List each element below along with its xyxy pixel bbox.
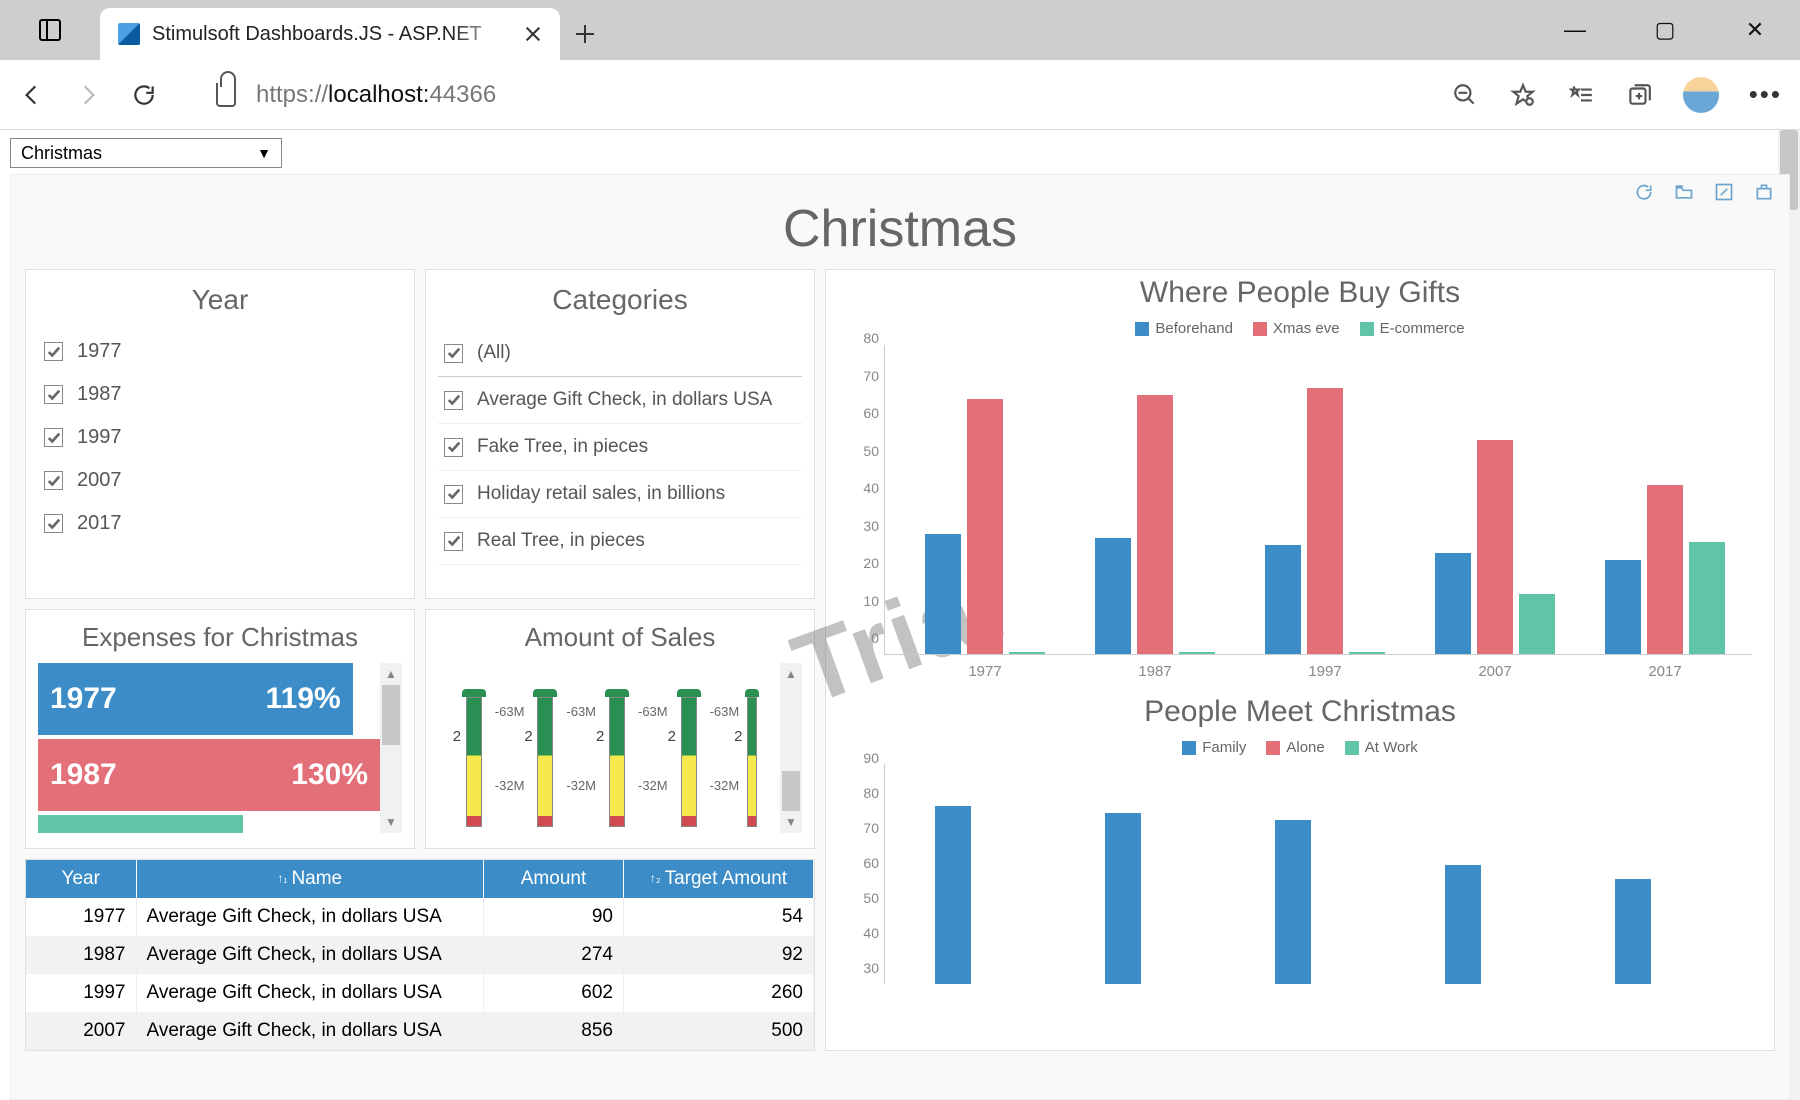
reload-button[interactable] — [130, 81, 158, 109]
table-row: 1997Average Gift Check, in dollars USA60… — [26, 974, 814, 1012]
categories-filter-panel: Categories (All) Average Gift Check, in … — [425, 269, 815, 599]
dashboard-title: Christmas — [25, 199, 1775, 259]
expense-bar — [38, 815, 243, 833]
browser-toolbar: https://localhost:44366 ••• — [0, 60, 1800, 130]
favicon-icon — [118, 23, 140, 45]
profile-avatar[interactable] — [1683, 77, 1719, 113]
dashboard-select-value: Christmas — [21, 143, 102, 164]
table-row: 1987Average Gift Check, in dollars USA27… — [26, 936, 814, 974]
address-bar[interactable]: https://localhost:44366 — [186, 81, 1423, 109]
year-checkbox[interactable]: 1977 — [38, 330, 402, 373]
charts-panel: Where People Buy Gifts Beforehand Xmas e… — [825, 269, 1775, 1051]
expenses-scrollbar[interactable]: ▲▼ — [380, 663, 402, 833]
year-filter-panel: Year 1977 1987 1997 2007 2017 — [25, 269, 415, 599]
sales-scrollbar[interactable]: ▲▼ — [780, 663, 802, 833]
sales-title: Amount of Sales — [438, 622, 802, 653]
category-checkbox[interactable]: Fake Tree, in pieces — [438, 424, 802, 471]
expense-bar: 1987130% — [38, 739, 380, 811]
minimize-button[interactable]: — — [1530, 0, 1620, 60]
collections-icon[interactable] — [1625, 81, 1653, 109]
forward-button[interactable] — [74, 81, 102, 109]
back-button[interactable] — [18, 81, 46, 109]
sales-panel: Amount of Sales 2-63M-32M 2-63M-32M 2-63M-… — [425, 609, 815, 849]
sales-gauge: 2-63M-32M — [600, 689, 634, 827]
window-controls: — ▢ ✕ — [1530, 0, 1800, 60]
col-target[interactable]: ↑₂Target Amount — [624, 860, 814, 898]
col-name[interactable]: ↑₁Name — [136, 860, 484, 898]
table-row: 2007Average Gift Check, in dollars USA85… — [26, 1012, 814, 1050]
expenses-panel: Expenses for Christmas 1977119% 1987130%… — [25, 609, 415, 849]
data-table: Year ↑₁Name Amount ↑₂Target Amount 1977A… — [26, 860, 814, 1050]
fullscreen-icon[interactable] — [1753, 181, 1775, 203]
browser-tab[interactable]: Stimulsoft Dashboards.JS - ASP.NET — [100, 8, 560, 60]
close-tab-button[interactable] — [524, 25, 542, 43]
edit-icon[interactable] — [1713, 181, 1735, 203]
dashboard-toolbar — [1633, 181, 1775, 203]
sales-gauge: 2-63M-32M — [457, 689, 491, 827]
chart1-legend: Beforehand Xmas eve E-commerce — [838, 320, 1762, 337]
refresh-icon[interactable] — [1633, 181, 1655, 203]
browser-titlebar: Stimulsoft Dashboards.JS - ASP.NET — ▢ ✕ — [0, 0, 1800, 60]
table-row: 1977Average Gift Check, in dollars USA90… — [26, 898, 814, 936]
chart2-plot: 30405060708090 — [884, 764, 1752, 984]
chart1-plot: 0102030405060708019771987199720072017 — [884, 345, 1752, 655]
category-checkbox[interactable]: (All) — [438, 330, 802, 377]
expense-bar: 1977119% — [38, 663, 353, 735]
col-year[interactable]: Year — [26, 860, 136, 898]
chart2-title: People Meet Christmas — [838, 695, 1762, 729]
col-amount[interactable]: Amount — [484, 860, 624, 898]
lock-icon — [216, 83, 236, 107]
chart1-title: Where People Buy Gifts — [838, 276, 1762, 310]
close-window-button[interactable]: ✕ — [1710, 0, 1800, 60]
year-checkbox[interactable]: 2007 — [38, 459, 402, 502]
favorite-icon[interactable] — [1509, 81, 1537, 109]
data-table-panel: Year ↑₁Name Amount ↑₂Target Amount 1977A… — [25, 859, 815, 1051]
year-filter-title: Year — [38, 284, 402, 316]
favorites-list-icon[interactable] — [1567, 81, 1595, 109]
year-checkbox[interactable]: 1987 — [38, 373, 402, 416]
new-tab-button[interactable] — [560, 8, 610, 60]
categories-filter-title: Categories — [438, 284, 802, 316]
tab-title: Stimulsoft Dashboards.JS - ASP.NET — [152, 23, 512, 46]
dashboard: Christmas Trial Year 1977 1987 1997 2007… — [10, 174, 1790, 1100]
category-checkbox[interactable]: Holiday retail sales, in billions — [438, 471, 802, 518]
panel-icon[interactable] — [39, 19, 61, 41]
open-icon[interactable] — [1673, 181, 1695, 203]
year-checkbox[interactable]: 2017 — [38, 502, 402, 545]
zoom-icon[interactable] — [1451, 81, 1479, 109]
maximize-button[interactable]: ▢ — [1620, 0, 1710, 60]
sales-gauge: 2-63M-32M — [528, 689, 562, 827]
category-checkbox[interactable]: Average Gift Check, in dollars USA — [438, 377, 802, 424]
expenses-title: Expenses for Christmas — [38, 622, 402, 653]
year-checkbox[interactable]: 1997 — [38, 416, 402, 459]
dashboard-select[interactable]: Christmas ▼ — [10, 138, 282, 168]
category-checkbox[interactable]: Real Tree, in pieces — [438, 518, 802, 565]
url-text: https://localhost:44366 — [256, 81, 496, 109]
chart2-legend: Family Alone At Work — [838, 739, 1762, 756]
sales-gauge: 2-63M-32M — [672, 689, 706, 827]
chevron-down-icon: ▼ — [257, 145, 271, 161]
more-menu-button[interactable]: ••• — [1749, 79, 1782, 110]
